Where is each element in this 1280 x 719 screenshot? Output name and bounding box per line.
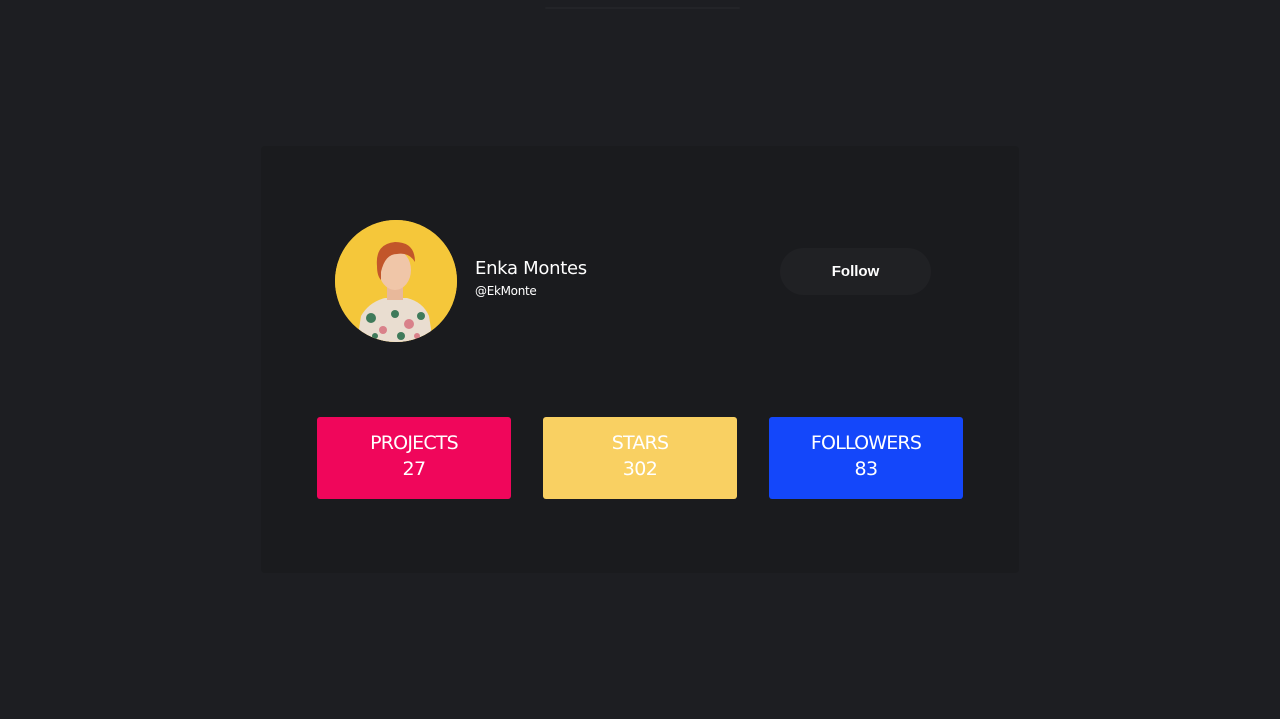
top-divider — [545, 7, 740, 9]
stat-followers-label: FOLLOWERS — [810, 432, 922, 454]
stat-stars[interactable]: STARS 302 — [543, 417, 737, 499]
follow-button[interactable]: Follow — [780, 248, 931, 295]
stat-stars-label: STARS — [611, 432, 669, 454]
stat-followers[interactable]: FOLLOWERS 83 — [769, 417, 963, 499]
profile-name: Enka Montes — [475, 258, 587, 279]
avatar[interactable] — [335, 220, 457, 342]
stat-projects-value: 27 — [402, 458, 427, 480]
page: Enka Montes @EkMonte Follow PROJECTS 27 … — [0, 0, 1280, 719]
profile-handle: @EkMonte — [475, 284, 537, 298]
stat-stars-value: 302 — [622, 458, 658, 480]
stat-projects[interactable]: PROJECTS 27 — [317, 417, 511, 499]
avatar-portrait — [335, 220, 457, 342]
stat-followers-value: 83 — [854, 458, 879, 480]
profile-card: Enka Montes @EkMonte Follow PROJECTS 27 … — [261, 146, 1019, 573]
stat-projects-label: PROJECTS — [370, 432, 459, 454]
